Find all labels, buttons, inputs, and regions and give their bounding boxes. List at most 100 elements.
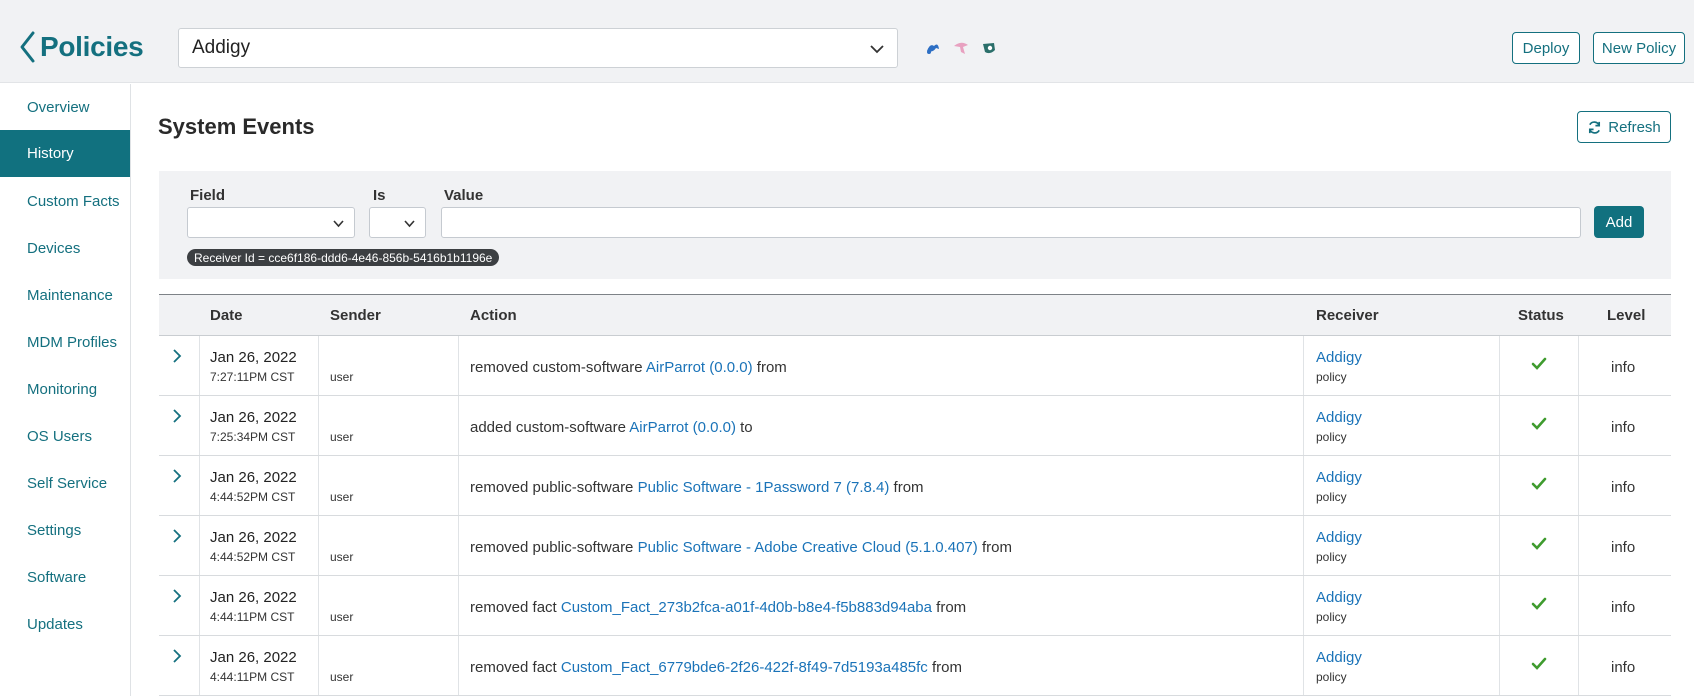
table-row: Jan 26, 2022 4:44:11PM CST user removed …	[159, 576, 1671, 636]
apple-icon	[924, 40, 942, 56]
sidebar-item-overview[interactable]: Overview	[0, 84, 130, 131]
table-body: Jan 26, 2022 7:27:11PM CST user removed …	[159, 336, 1671, 696]
sidebar-item-monitoring[interactable]: Monitoring	[0, 366, 130, 413]
chevron-left-icon	[20, 31, 35, 63]
action-link[interactable]: Custom_Fact_273b2fca-a01f-4d0b-b8e4-f5b8…	[561, 599, 932, 616]
event-action: removed fact Custom_Fact_6779bde6-2f26-4…	[470, 659, 962, 676]
sidebar-item-updates[interactable]: Updates	[0, 601, 130, 648]
sidebar-item-maintenance[interactable]: Maintenance	[0, 272, 130, 319]
receiver-link[interactable]: Addigy	[1316, 649, 1362, 666]
column-receiver[interactable]: Receiver	[1316, 307, 1379, 324]
action-text: added custom-software	[470, 419, 630, 436]
value-input[interactable]	[441, 207, 1581, 238]
expand-row-icon[interactable]	[169, 588, 185, 604]
action-text: from	[977, 539, 1012, 556]
chevron-down-icon	[404, 220, 415, 228]
add-filter-button[interactable]: Add	[1594, 206, 1644, 238]
action-link[interactable]: Public Software - 1Password 7 (7.8.4)	[638, 479, 890, 496]
event-level: info	[1611, 659, 1636, 676]
sidebar-item-custom-facts[interactable]: Custom Facts	[0, 178, 130, 225]
policy-select[interactable]: Addigy	[178, 28, 898, 68]
column-sender[interactable]: Sender	[330, 307, 381, 324]
column-divider	[458, 576, 459, 635]
event-date: Jan 26, 2022	[210, 589, 297, 606]
filter-chip[interactable]: Receiver Id = cce6f186-ddd6-4e46-856b-54…	[187, 249, 500, 266]
action-link[interactable]: Public Software - Adobe Creative Cloud (…	[638, 539, 978, 556]
sidebar-item-mdm-profiles[interactable]: MDM Profiles	[0, 319, 130, 366]
expand-row-icon[interactable]	[169, 468, 185, 484]
table-row: Jan 26, 2022 4:44:11PM CST user removed …	[159, 636, 1671, 696]
expand-row-icon[interactable]	[169, 408, 185, 424]
receiver-link[interactable]: Addigy	[1316, 469, 1362, 486]
column-divider	[199, 336, 200, 395]
column-divider	[1303, 516, 1304, 575]
back-to-policies[interactable]: Policies	[18, 30, 144, 64]
column-divider	[1499, 576, 1500, 635]
sidebar-item-devices[interactable]: Devices	[0, 225, 130, 272]
receiver-link[interactable]: Addigy	[1316, 349, 1362, 366]
event-time: 4:44:52PM CST	[210, 550, 296, 564]
sidebar-item-settings[interactable]: Settings	[0, 507, 130, 554]
chevron-down-icon	[333, 220, 344, 228]
table-row: Jan 26, 2022 7:27:11PM CST user removed …	[159, 336, 1671, 396]
receiver-link[interactable]: Addigy	[1316, 409, 1362, 426]
action-text: from	[927, 659, 962, 676]
sidebar-item-history[interactable]: History	[0, 130, 130, 177]
sidebar: Overview History Custom Facts Devices Ma…	[0, 84, 131, 696]
is-select[interactable]	[369, 207, 426, 238]
receiver-link[interactable]: Addigy	[1316, 589, 1362, 606]
table-header: Date Sender Action Receiver Status Level	[159, 295, 1671, 336]
column-date[interactable]: Date	[210, 307, 243, 324]
filter-panel: Field Is Value Add Receiver Id = cce6f18…	[159, 171, 1671, 279]
receiver-type: policy	[1316, 550, 1347, 564]
expand-row-icon[interactable]	[169, 348, 185, 364]
column-action[interactable]: Action	[470, 307, 517, 324]
event-sender: user	[330, 550, 354, 564]
column-divider	[1578, 636, 1579, 695]
check-icon	[1531, 357, 1547, 370]
event-action: removed public-software Public Software …	[470, 539, 1012, 556]
sidebar-item-self-service[interactable]: Self Service	[0, 460, 130, 507]
receiver-link[interactable]: Addigy	[1316, 529, 1362, 546]
column-divider	[1303, 576, 1304, 635]
refresh-icon	[1589, 120, 1601, 134]
column-divider	[318, 336, 319, 395]
column-divider	[458, 636, 459, 695]
column-status[interactable]: Status	[1518, 307, 1564, 324]
sidebar-item-software[interactable]: Software	[0, 554, 130, 601]
field-label: Field	[190, 187, 226, 204]
expand-row-icon[interactable]	[169, 648, 185, 664]
page-title: Policies	[40, 31, 144, 62]
policy-select-value: Addigy	[192, 37, 251, 58]
column-divider	[1303, 396, 1304, 455]
column-divider	[1578, 396, 1579, 455]
action-link[interactable]: AirParrot (0.0.0)	[629, 419, 736, 436]
event-sender: user	[330, 610, 354, 624]
event-level: info	[1611, 599, 1636, 616]
new-policy-button[interactable]: New Policy	[1593, 32, 1685, 64]
event-action: removed custom-software AirParrot (0.0.0…	[470, 359, 787, 376]
column-divider	[318, 576, 319, 635]
column-divider	[1578, 456, 1579, 515]
field-select[interactable]	[187, 207, 355, 238]
event-sender: user	[330, 430, 354, 444]
refresh-button[interactable]: Refresh	[1577, 111, 1671, 143]
action-link[interactable]: Custom_Fact_6779bde6-2f26-422f-8f49-7d51…	[561, 659, 928, 676]
event-action: removed public-software Public Software …	[470, 479, 924, 496]
event-date: Jan 26, 2022	[210, 649, 297, 666]
action-link[interactable]: AirParrot (0.0.0)	[646, 359, 753, 376]
table-row: Jan 26, 2022 7:25:34PM CST user added cu…	[159, 396, 1671, 456]
column-divider	[199, 636, 200, 695]
event-date: Jan 26, 2022	[210, 469, 297, 486]
column-level[interactable]: Level	[1607, 307, 1645, 324]
table-row: Jan 26, 2022 4:44:52PM CST user removed …	[159, 516, 1671, 576]
sidebar-item-os-users[interactable]: OS Users	[0, 413, 130, 460]
column-divider	[1499, 516, 1500, 575]
expand-row-icon[interactable]	[169, 528, 185, 544]
receiver-type: policy	[1316, 610, 1347, 624]
action-text: removed fact	[470, 659, 561, 676]
column-divider	[318, 456, 319, 515]
check-icon	[1531, 597, 1547, 610]
deploy-button[interactable]: Deploy	[1512, 32, 1580, 64]
action-text: removed fact	[470, 599, 561, 616]
